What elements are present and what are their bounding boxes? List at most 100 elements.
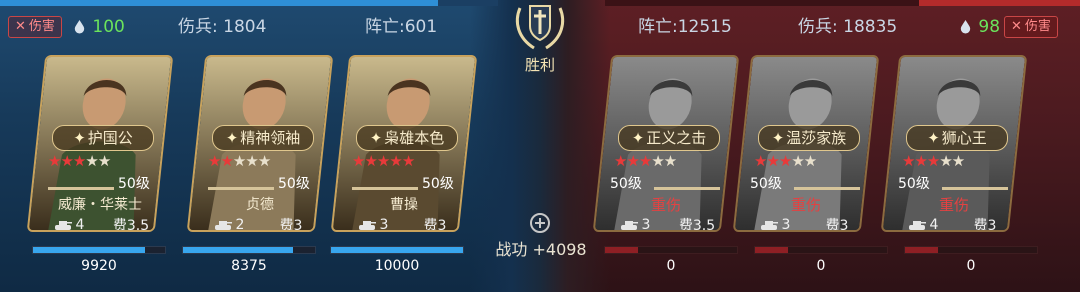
enemy-damage-badge[interactable]: ✕ 伤害 [1004,16,1058,38]
hero-level: 50级 [118,176,150,192]
hero-troops: 2 [198,215,260,232]
star-icon: ★ [626,152,639,170]
hero-name: 贞德 [246,197,274,213]
hp-bar [754,246,888,254]
hero-stars: ★★★★★ [754,152,816,170]
level-progress [794,187,860,190]
tank-icon [214,220,232,230]
hero-card-content: ✦ 枭雄本色 ★★★★★ 50级 曹操 3 费3 [342,57,466,232]
star-icon: ★ [638,152,652,170]
star-icon: ★ [257,152,271,170]
hero-troops: 4 [892,215,954,232]
enemy-power-value: 98 [978,17,1001,37]
hp-bar [32,246,166,254]
star-icon: ★ [48,152,61,170]
ally-hero-card[interactable]: ✦ 护国公 ★★★★★ 50级 威廉・华莱士 4 费3.5 [26,55,174,232]
tank-icon [358,220,376,230]
hero-cost: 费3 [279,218,303,232]
merit-wreath-icon [530,213,550,233]
sparkle-icon: ✦ [369,129,383,147]
star-icon: ★ [766,152,779,170]
star-icon: ★ [939,152,952,170]
hero-troops: 3 [342,215,404,232]
hero-troops: 3 [604,215,666,232]
hero-title-tag: ✦ 狮心王 [906,125,1008,151]
hero-level: 50级 [422,176,454,192]
hero-card-content: ✦ 温莎家族 ★★★★★ 50级 重伤 3 费3 [744,57,868,232]
star-icon: ★ [60,152,73,170]
level-progress [208,187,274,190]
hero-footer: 3 费3 [744,215,868,232]
hero-level: 50级 [750,176,782,192]
hp-bar [330,246,464,254]
hero-stars: ★★★★★ [208,152,270,170]
star-icon: ★ [232,152,246,170]
hero-name: 重伤 [650,196,681,214]
battle-result: 胜利 [524,56,555,74]
ally-damage-label: 伤害 [28,19,55,34]
ally-power-value: 100 [92,17,125,37]
hero-title-tag: ✦ 正义之击 [618,125,720,151]
hero-stars: ★★★★★ [614,152,676,170]
sparkle-icon: ✦ [225,129,239,147]
hp-bar [904,246,1038,254]
hero-name: 重伤 [790,196,821,214]
hp-value: 0 [966,258,976,274]
hero-footer: 3 费3.5 [604,215,728,232]
enemy-top-bar-track [605,0,919,6]
star-icon: ★ [791,152,804,170]
hero-title: 狮心王 [941,129,987,147]
hero-footer: 3 费3 [342,215,466,232]
ally-hero-card[interactable]: ✦ 精神领袖 ★★★★★ 50级 贞德 2 费3 [186,55,334,232]
ally-hero-card[interactable]: ✦ 枭雄本色 ★★★★★ 50级 曹操 3 费3 [330,55,478,232]
hp-fill [755,247,788,253]
ally-dead: 阵亡:601 [365,17,438,37]
enemy-hero-card[interactable]: ✦ 正义之击 ★★★★★ 50级 重伤 3 费3.5 [592,55,740,232]
hero-name: 曹操 [390,197,418,213]
hero-title: 正义之击 [646,129,707,147]
star-icon: ★ [245,152,258,170]
hp-value: 0 [816,258,826,274]
sword-laurel-icon [515,5,565,50]
troops-count: 4 [929,217,939,232]
hero-troops: 4 [38,215,100,232]
hero-cost: 费3 [423,218,447,232]
star-icon: ★ [208,152,221,170]
star-icon: ★ [778,152,792,170]
hp-fill [183,247,293,253]
hero-footer: 2 费3 [198,215,322,232]
enemy-top-bar [918,0,1080,6]
star-icon: ★ [754,152,767,170]
star-icon: ★ [72,152,86,170]
enemy-hero-card[interactable]: ✦ 狮心王 ★★★★★ 50级 重伤 4 费3 [880,55,1028,232]
sparkle-icon: ✦ [73,129,86,147]
hero-title-tag: ✦ 温莎家族 [758,125,860,151]
level-progress [654,187,720,190]
hero-name: 重伤 [938,196,969,214]
hero-title: 温莎家族 [786,129,847,147]
hero-footer: 4 费3 [892,215,1016,232]
hp-fill [33,247,146,253]
hero-title-tag: ✦ 精神领袖 [212,125,314,151]
sparkle-icon: ✦ [771,129,785,147]
star-icon: ★ [651,152,664,170]
level-progress [352,187,418,190]
star-icon: ★ [389,152,402,170]
hero-title-tag: ✦ 护国公 [52,125,154,151]
hero-title: 护国公 [87,129,133,147]
level-progress [48,187,114,190]
ally-damage-badge[interactable]: ✕ 伤害 [8,16,62,38]
troops-count: 3 [781,217,791,232]
tank-icon [760,220,778,230]
hero-title: 精神领袖 [240,129,301,147]
water-drop-icon [74,19,85,34]
star-icon: ★ [902,152,915,170]
hero-level: 50级 [610,176,642,192]
x-icon: ✕ [15,19,26,34]
enemy-power: 98 [958,16,1000,38]
x-icon: ✕ [1011,19,1022,34]
hp-fill [331,247,463,253]
hp-value: 10000 [374,258,420,274]
enemy-hero-card[interactable]: ✦ 温莎家族 ★★★★★ 50级 重伤 3 费3 [732,55,880,232]
star-icon: ★ [663,152,677,170]
